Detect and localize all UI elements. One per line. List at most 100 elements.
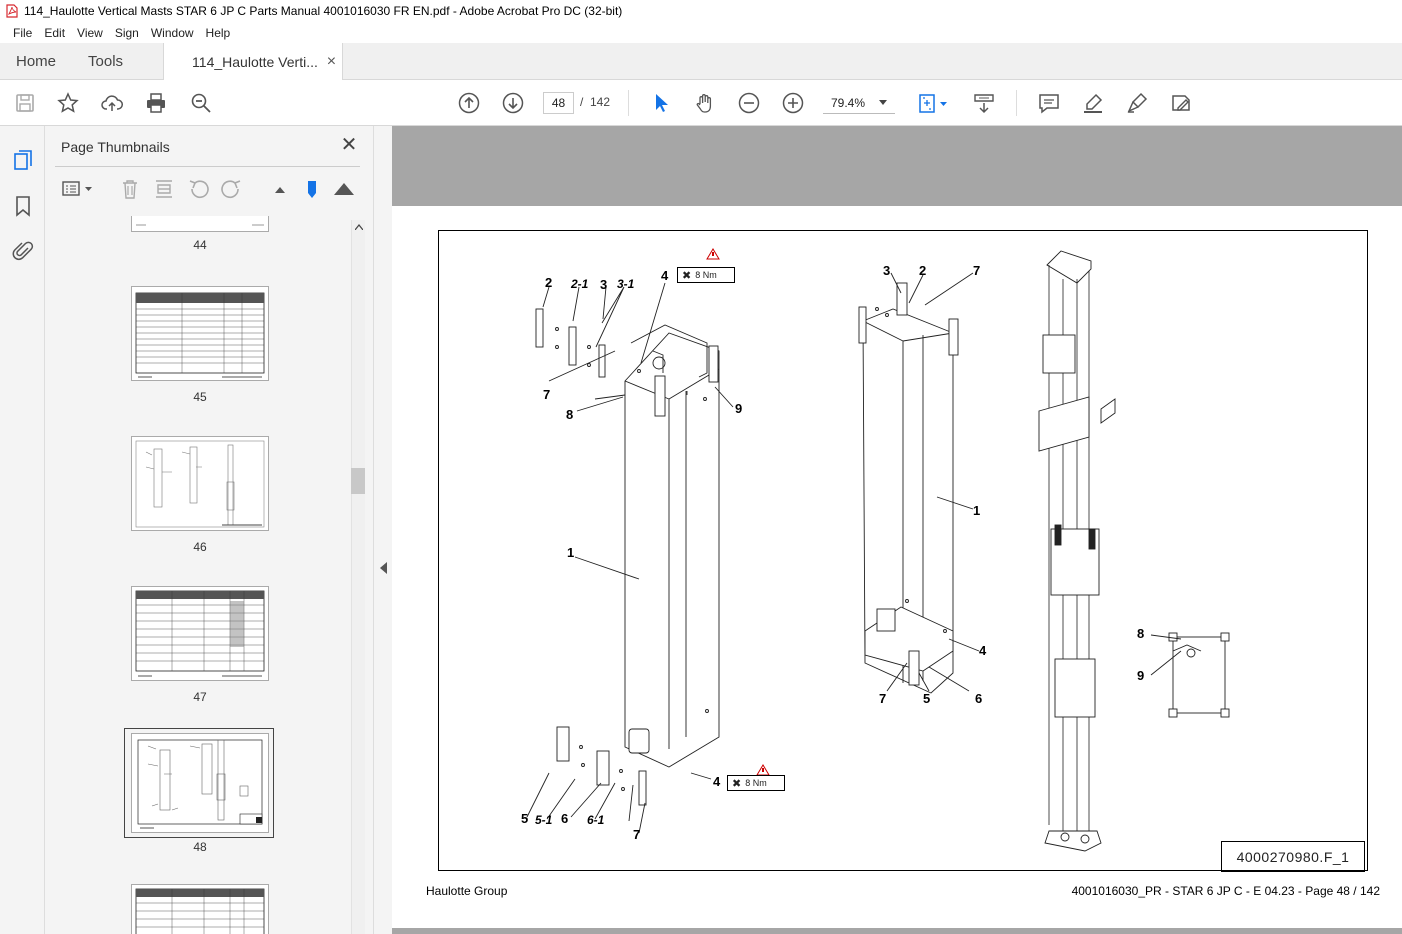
callout-5: 5 xyxy=(923,691,931,706)
thumbnail-label: 47 xyxy=(193,690,207,704)
callout-2: 2 xyxy=(919,263,927,278)
menu-view[interactable]: View xyxy=(72,26,108,40)
acrobat-logo-icon xyxy=(6,4,18,18)
zoom-out-icon[interactable] xyxy=(737,91,761,115)
rotate-left-icon[interactable] xyxy=(187,178,209,200)
pdf-page: ✖ 8 Nm ✖ 8 Nm 2 2-1 3 3-1 4 7 8 9 1 4 5 … xyxy=(392,206,1402,928)
mast-exploded-drawing xyxy=(526,248,1230,852)
callout-3: 3 xyxy=(883,263,891,278)
tab-home[interactable]: Home xyxy=(0,43,72,79)
thumbnail-toolbar xyxy=(55,174,360,204)
menu-edit[interactable]: Edit xyxy=(39,26,70,40)
tab-bar: Home Tools 114_Haulotte Verti... × xyxy=(0,43,1402,81)
scrollbar-thumb[interactable] xyxy=(351,468,365,494)
thumbnail-label: 48 xyxy=(193,840,207,854)
callout-2: 2 xyxy=(545,275,553,290)
chevron-up-icon[interactable] xyxy=(355,224,363,230)
hand-tool-icon[interactable] xyxy=(693,91,717,115)
callout-7: 7 xyxy=(633,827,641,842)
callout-2-1: 2-1 xyxy=(571,277,589,291)
tab-close-icon[interactable]: × xyxy=(327,53,336,71)
toolbar-divider xyxy=(1016,90,1017,116)
menu-bar: File Edit View Sign Window Help xyxy=(0,22,1402,43)
callout-8: 8 xyxy=(1137,626,1145,641)
torque-value: 8 Nm xyxy=(745,778,767,788)
menu-window[interactable]: Window xyxy=(146,26,199,40)
menu-help[interactable]: Help xyxy=(201,26,236,40)
rotate-right-icon[interactable] xyxy=(221,178,243,200)
thumbnail-page-47[interactable] xyxy=(131,586,269,681)
torque-label: ✖ 8 Nm xyxy=(677,267,735,283)
callout-7: 7 xyxy=(879,691,887,706)
close-icon[interactable]: ✕ xyxy=(339,135,359,156)
attachments-icon[interactable] xyxy=(11,240,35,264)
next-page-icon[interactable] xyxy=(501,91,525,115)
toolbar-divider xyxy=(628,90,629,116)
page-total: 142 xyxy=(590,95,611,109)
thumbnail-scrollbar[interactable] xyxy=(351,220,365,934)
panel-collapse-strip[interactable] xyxy=(373,126,392,934)
callout-5: 5 xyxy=(521,811,529,826)
callout-9: 9 xyxy=(735,401,743,416)
callout-7: 7 xyxy=(543,387,551,402)
thumbnail-label: 44 xyxy=(193,238,207,252)
thumbnail-size-slider-icon[interactable] xyxy=(301,178,323,200)
thumbnail-page-48[interactable] xyxy=(131,733,269,833)
bookmark-star-icon[interactable] xyxy=(56,91,80,115)
callout-3: 3 xyxy=(600,277,608,292)
callout-4: 4 xyxy=(713,774,721,789)
window-title: 114_Haulotte Vertical Masts STAR 6 JP C … xyxy=(24,4,623,18)
torque-label: ✖ 8 Nm xyxy=(727,775,785,791)
callout-1: 1 xyxy=(973,503,981,518)
tab-document-label: 114_Haulotte Verti... xyxy=(192,54,318,70)
bookmarks-icon[interactable] xyxy=(11,194,35,218)
previous-page-icon[interactable] xyxy=(457,91,481,115)
highlight-pen-icon[interactable] xyxy=(1081,91,1105,115)
thumbnail-label: 45 xyxy=(193,390,207,404)
comment-icon[interactable] xyxy=(1037,91,1061,115)
save-icon[interactable] xyxy=(13,91,37,115)
collapse-arrow-icon[interactable] xyxy=(380,562,387,574)
footer-company: Haulotte Group xyxy=(426,884,508,898)
left-rail xyxy=(0,126,45,934)
thumbnail-page-44[interactable] xyxy=(131,216,269,232)
draw-pen-icon[interactable] xyxy=(1125,91,1149,115)
upload-cloud-icon[interactable] xyxy=(100,91,124,115)
chevron-down-icon xyxy=(879,99,887,105)
thumbnail-label: 46 xyxy=(193,540,207,554)
fit-page-icon[interactable] xyxy=(916,91,952,115)
callout-8: 8 xyxy=(566,407,574,422)
extract-pages-icon[interactable] xyxy=(153,178,175,200)
page-thumbnails-icon[interactable] xyxy=(11,148,35,172)
tab-tools[interactable]: Tools xyxy=(72,43,139,79)
menu-sign[interactable]: Sign xyxy=(110,26,144,40)
options-menu-icon[interactable] xyxy=(61,178,95,200)
page-number-input[interactable]: 48 xyxy=(543,92,574,114)
panel-title: Page Thumbnails xyxy=(61,139,170,155)
thumbnail-large-icon[interactable] xyxy=(333,178,355,200)
wrench-icon: ✖ xyxy=(682,269,692,282)
thumbnail-list: 44 45 46 47 48 xyxy=(55,216,351,934)
zoom-search-icon[interactable] xyxy=(189,91,213,115)
thumbnail-page-45[interactable] xyxy=(131,286,269,381)
scroll-mode-icon[interactable] xyxy=(972,91,996,115)
thumbnail-small-icon[interactable] xyxy=(269,178,291,200)
title-bar: 114_Haulotte Vertical Masts STAR 6 JP C … xyxy=(0,0,1402,22)
select-cursor-icon[interactable] xyxy=(649,91,673,115)
zoom-select[interactable]: 79.4% xyxy=(823,92,895,114)
page-separator: / xyxy=(580,95,584,109)
fill-sign-icon[interactable] xyxy=(1169,91,1193,115)
menu-file[interactable]: File xyxy=(8,26,37,40)
footer-page-info: 4001016030_PR - STAR 6 JP C - E 04.23 - … xyxy=(1071,884,1380,898)
main-toolbar: 48 / 142 79.4% xyxy=(0,80,1402,126)
thumbnail-page-49[interactable] xyxy=(131,884,269,934)
callout-4: 4 xyxy=(661,268,669,283)
delete-icon[interactable] xyxy=(119,178,141,200)
callout-6-1: 6-1 xyxy=(587,813,605,827)
print-icon[interactable] xyxy=(144,91,168,115)
tab-document[interactable]: 114_Haulotte Verti... × xyxy=(163,43,344,81)
document-viewer[interactable]: ✖ 8 Nm ✖ 8 Nm 2 2-1 3 3-1 4 7 8 9 1 4 5 … xyxy=(392,126,1402,934)
callout-9: 9 xyxy=(1137,668,1145,683)
thumbnail-page-46[interactable] xyxy=(131,436,269,531)
zoom-in-icon[interactable] xyxy=(781,91,805,115)
